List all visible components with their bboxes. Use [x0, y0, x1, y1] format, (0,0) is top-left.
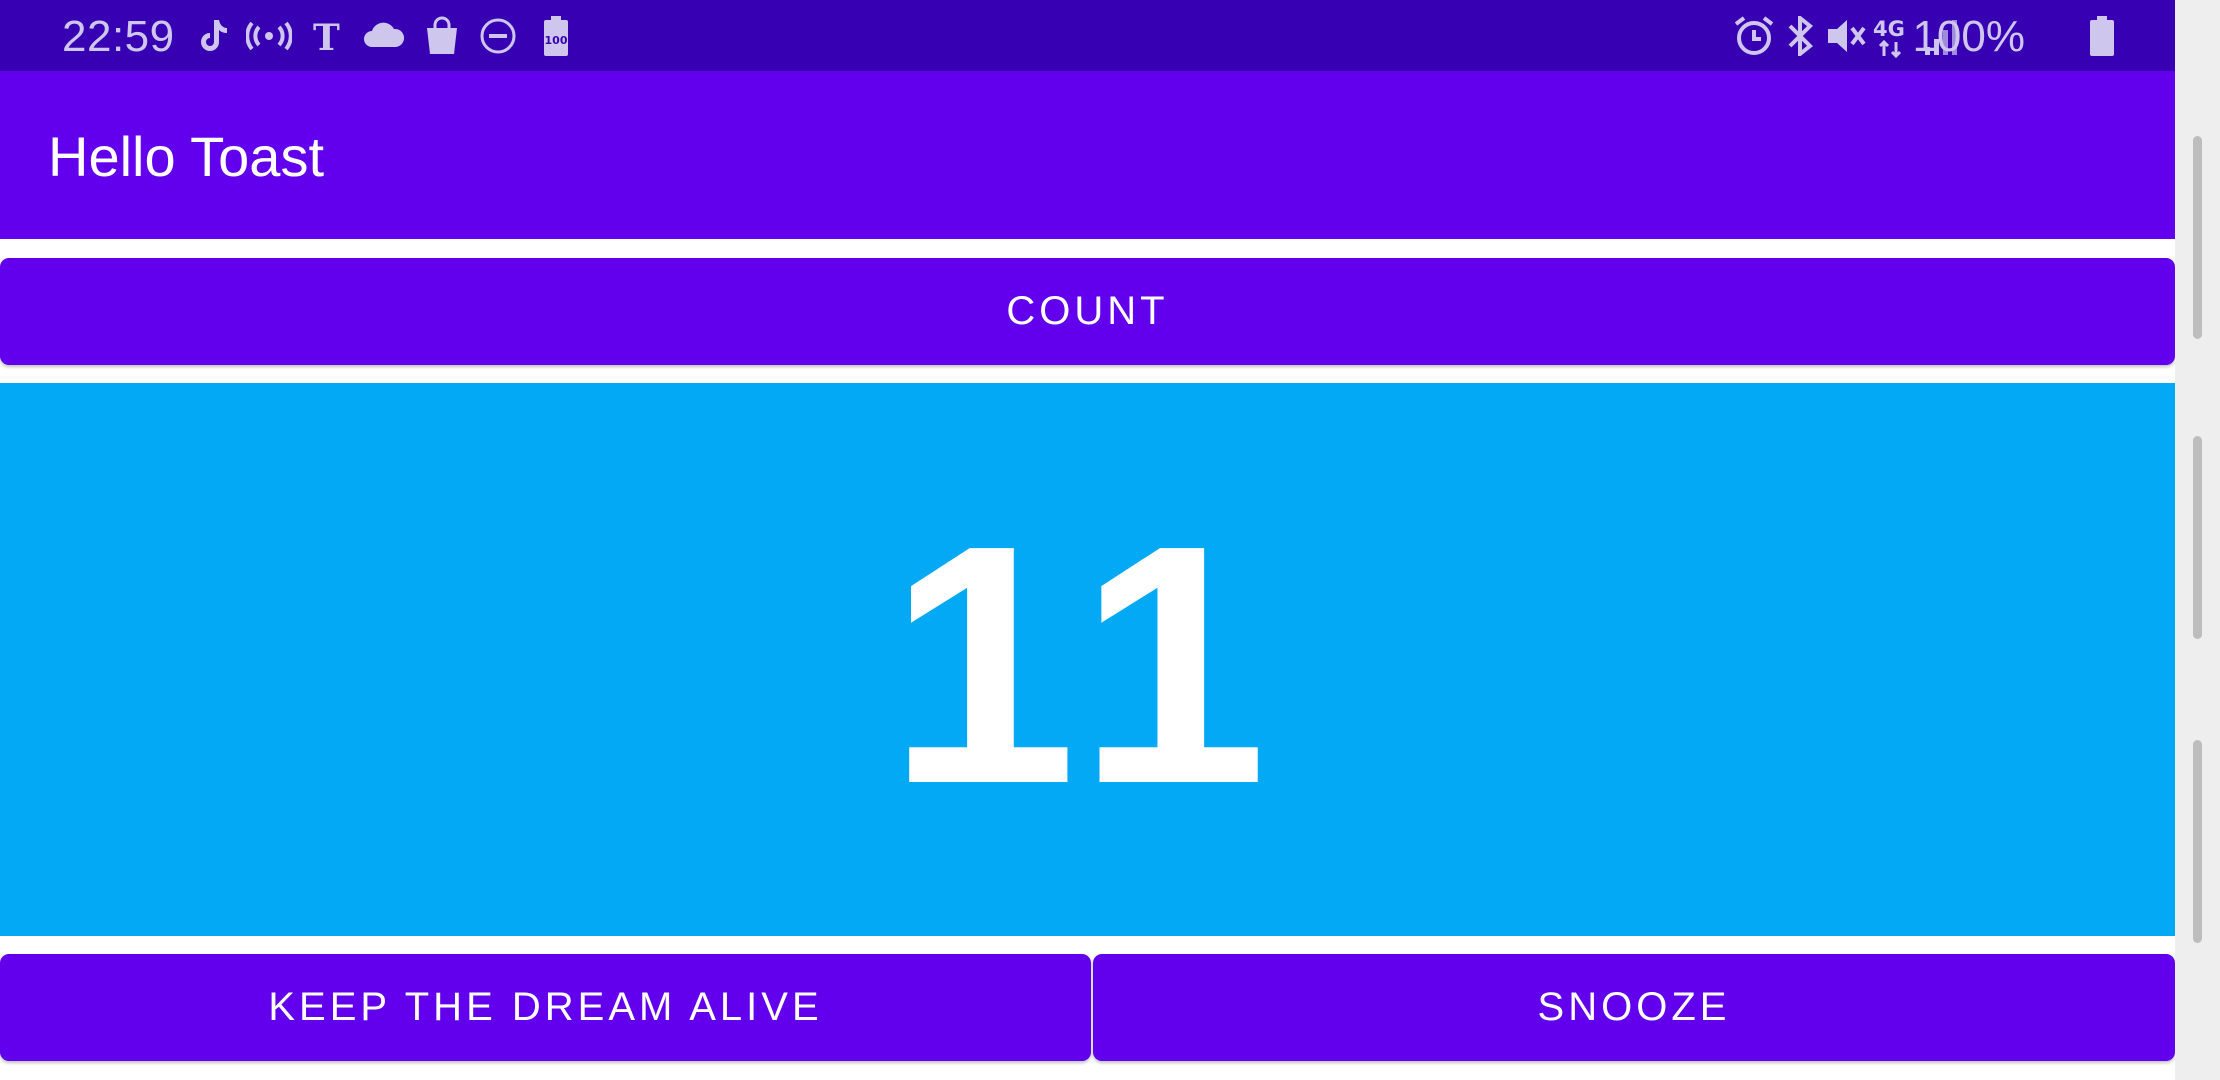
count-display: 11 — [0, 383, 2175, 936]
tiktok-icon — [196, 14, 230, 58]
mute-icon — [1826, 14, 1868, 58]
scrollbar-thumb-tertiary[interactable] — [2193, 740, 2202, 943]
shopping-bag-icon — [424, 14, 460, 58]
network-label: 4G — [1873, 17, 1905, 41]
nytimes-icon: T — [310, 14, 346, 58]
count-button[interactable]: COUNT — [0, 258, 2175, 365]
snooze-label: SNOOZE — [1537, 985, 1731, 1029]
scrollbar-track[interactable] — [2175, 0, 2220, 1080]
app-toolbar: Hello Toast — [0, 71, 2175, 239]
count-button-label: COUNT — [1006, 289, 1169, 333]
cloud-icon — [362, 14, 406, 58]
alarm-icon — [1732, 14, 1776, 58]
app-title: Hello Toast — [48, 125, 325, 188]
count-value: 11 — [887, 474, 1288, 855]
battery-saver-label: 100 — [545, 34, 568, 47]
battery-percent: 100% — [1912, 12, 2025, 61]
app-screen: 22:59 T 100 4G 100% Hello Toast COUNT 11… — [0, 0, 2175, 1080]
scrollbar-thumb[interactable] — [2193, 136, 2202, 339]
svg-text:T: T — [313, 17, 340, 56]
keep-dream-alive-button[interactable]: KEEP THE DREAM ALIVE — [0, 954, 1091, 1061]
do-not-disturb-icon — [478, 14, 518, 58]
keep-dream-alive-label: KEEP THE DREAM ALIVE — [268, 985, 823, 1029]
snooze-button[interactable]: SNOOZE — [1093, 954, 2175, 1061]
bluetooth-icon — [1783, 14, 1817, 58]
broadcast-icon — [246, 14, 292, 58]
status-time: 22:59 — [62, 12, 175, 61]
battery-icon — [2088, 14, 2116, 58]
battery-saver-icon: 100 — [540, 14, 572, 58]
4g-lte-icon: 4G — [1872, 14, 1916, 58]
status-bar: 22:59 T 100 4G 100% — [0, 0, 2175, 71]
scrollbar-thumb-secondary[interactable] — [2193, 436, 2202, 639]
